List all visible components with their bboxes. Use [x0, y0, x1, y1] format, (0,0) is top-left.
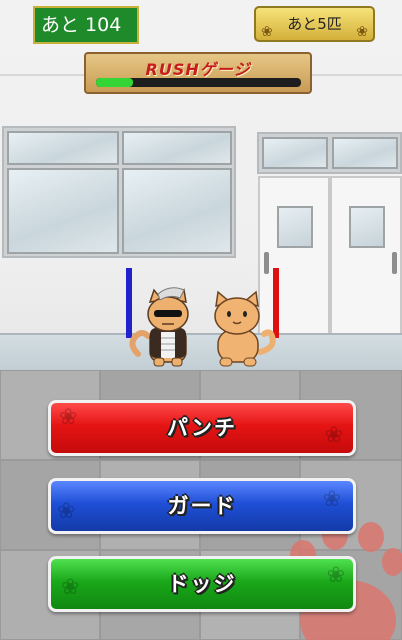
remaining-cats-text: あと5匹	[287, 15, 342, 33]
remaining-cats-badge: ❀ あと5匹 ❀	[254, 6, 375, 42]
window-pane	[122, 168, 232, 254]
window-pane	[7, 168, 119, 254]
left-window	[2, 126, 236, 258]
window-pane	[7, 131, 119, 165]
paw-icon: ❀	[261, 24, 273, 40]
window-pane	[262, 137, 328, 169]
window-pane	[332, 137, 398, 169]
rush-gauge-label: RUSHゲージ	[145, 60, 251, 79]
door-handle	[264, 252, 269, 274]
guard-button-label: ガード	[167, 494, 237, 518]
paw-icon: ❀	[356, 24, 368, 40]
guard-button[interactable]: ❀ ❀ ガード	[48, 478, 356, 534]
door-window	[349, 206, 385, 248]
punch-button[interactable]: ❀ ❀ パンチ	[48, 400, 356, 456]
window-pane	[122, 131, 232, 165]
player-cat-character	[129, 287, 189, 367]
door-handle	[392, 252, 397, 274]
door-window	[277, 206, 313, 248]
remaining-hits-counter: あと 104	[33, 6, 139, 44]
punch-button-label: パンチ	[166, 416, 238, 440]
enemy-cat-character	[214, 290, 276, 367]
dodge-button-label: ドッジ	[167, 572, 237, 596]
rush-gauge-track	[96, 78, 301, 87]
remaining-hits-text: あと 104	[41, 14, 122, 36]
rush-gauge: RUSHゲージ	[84, 52, 312, 94]
right-door	[330, 176, 402, 336]
transom-window	[257, 132, 402, 174]
dodge-button[interactable]: ❀ ❀ ドッジ	[48, 556, 356, 612]
rush-gauge-fill	[96, 78, 133, 87]
